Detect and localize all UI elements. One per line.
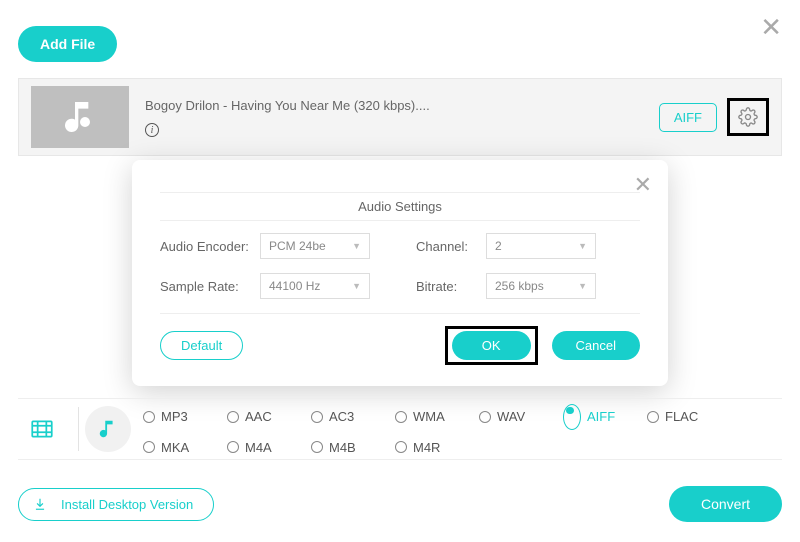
file-row: Bogoy Drilon - Having You Near Me (320 k… — [18, 78, 782, 156]
radio-icon — [311, 441, 323, 453]
modal-title: Audio Settings — [160, 192, 640, 221]
select-audio-encoder[interactable]: PCM 24be▼ — [260, 233, 370, 259]
label-sample-rate: Sample Rate: — [160, 279, 260, 294]
chevron-down-icon: ▼ — [352, 281, 361, 291]
modal-close-icon[interactable]: ✕ — [634, 172, 652, 198]
add-file-button[interactable]: Add File — [18, 26, 117, 62]
settings-button[interactable] — [727, 98, 769, 136]
info-icon[interactable]: i — [145, 123, 159, 137]
radio-icon — [227, 411, 239, 423]
radio-icon — [479, 411, 491, 423]
default-button[interactable]: Default — [160, 331, 243, 360]
cancel-button[interactable]: Cancel — [552, 331, 640, 360]
chevron-down-icon: ▼ — [578, 281, 587, 291]
radio-icon — [647, 411, 659, 423]
format-option-wma[interactable]: WMA — [395, 404, 479, 430]
chevron-down-icon: ▼ — [578, 241, 587, 251]
label-audio-encoder: Audio Encoder: — [160, 239, 260, 254]
format-option-aac[interactable]: AAC — [227, 404, 311, 430]
format-bar: MP3AACAC3WMAWAVAIFFFLAC MKAM4AM4BM4R — [18, 398, 782, 460]
select-sample-rate[interactable]: 44100 Hz▼ — [260, 273, 370, 299]
format-option-mp3[interactable]: MP3 — [143, 404, 227, 430]
radio-icon — [143, 441, 155, 453]
format-option-aiff[interactable]: AIFF — [563, 404, 647, 430]
gear-icon — [738, 107, 758, 127]
format-badge[interactable]: AIFF — [659, 103, 717, 132]
select-channel[interactable]: 2▼ — [486, 233, 596, 259]
format-option-m4a[interactable]: M4A — [227, 440, 311, 455]
format-option-m4r[interactable]: M4R — [395, 440, 479, 455]
radio-icon — [395, 441, 407, 453]
label-bitrate: Bitrate: — [416, 279, 486, 294]
audio-settings-modal: ✕ Audio Settings Audio Encoder: PCM 24be… — [132, 160, 668, 386]
format-option-mka[interactable]: MKA — [143, 440, 227, 455]
chevron-down-icon: ▼ — [352, 241, 361, 251]
download-icon — [33, 497, 47, 511]
audio-mode-icon[interactable] — [85, 406, 131, 452]
label-channel: Channel: — [416, 239, 486, 254]
file-title: Bogoy Drilon - Having You Near Me (320 k… — [145, 98, 659, 113]
close-icon[interactable]: ✕ — [760, 12, 782, 43]
radio-icon — [227, 441, 239, 453]
file-thumbnail — [31, 86, 129, 148]
format-option-m4b[interactable]: M4B — [311, 440, 395, 455]
format-option-ac3[interactable]: AC3 — [311, 404, 395, 430]
radio-icon — [311, 411, 323, 423]
radio-icon — [143, 411, 155, 423]
format-option-flac[interactable]: FLAC — [647, 404, 731, 430]
format-option-wav[interactable]: WAV — [479, 404, 563, 430]
convert-button[interactable]: Convert — [669, 486, 782, 522]
install-desktop-button[interactable]: Install Desktop Version — [18, 488, 214, 521]
radio-icon — [395, 411, 407, 423]
select-bitrate[interactable]: 256 kbps▼ — [486, 273, 596, 299]
radio-icon — [563, 404, 581, 430]
video-mode-icon[interactable] — [20, 407, 64, 451]
ok-button[interactable]: OK — [452, 331, 531, 360]
